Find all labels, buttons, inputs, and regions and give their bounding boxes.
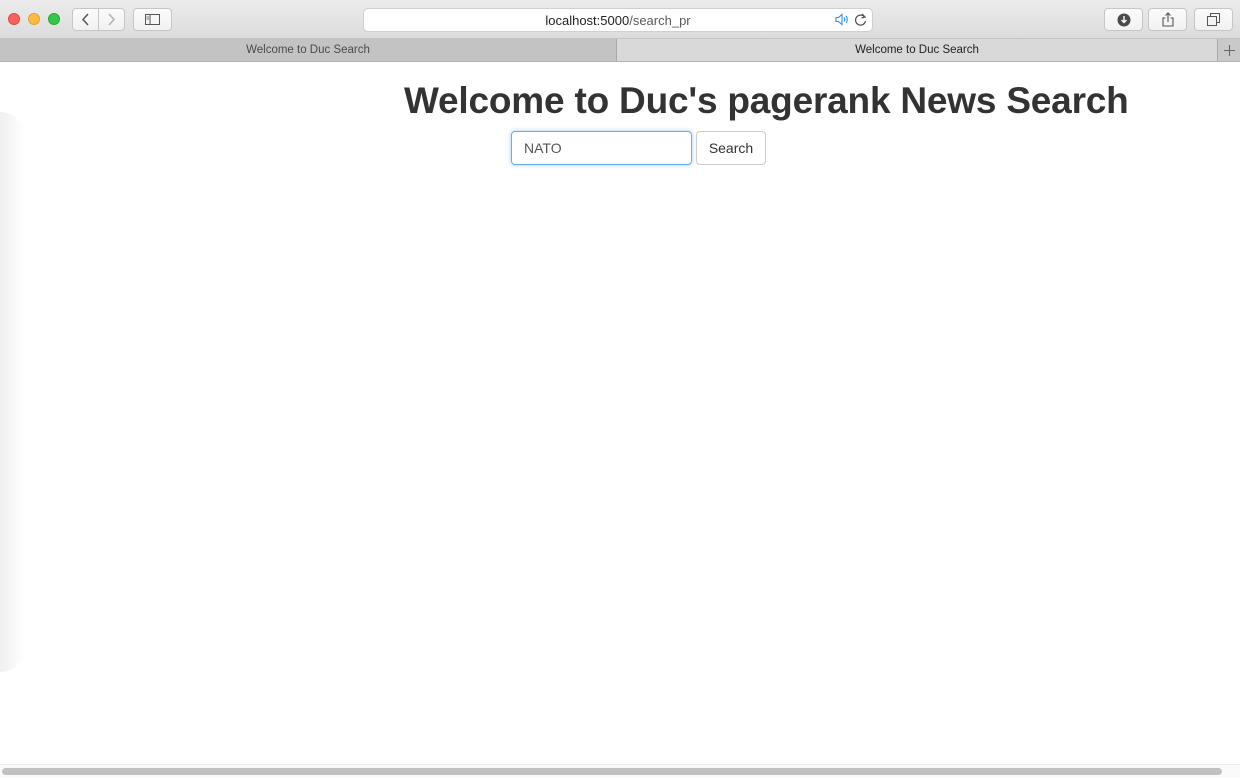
tab-welcome-1[interactable]: Welcome to Duc Search [0,39,617,61]
share-icon [1161,12,1174,27]
horizontal-scrollbar[interactable] [0,764,1240,778]
window-minimize-button[interactable] [28,13,40,25]
tab-label: Welcome to Duc Search [246,44,370,56]
new-tab-button[interactable] [1217,39,1240,61]
tabs-overview-icon [1207,13,1220,26]
download-icon [1117,13,1130,26]
speaker-icon[interactable] [835,13,850,26]
page-title: Welcome to Duc's pagerank News Search [404,80,1129,121]
web-page: Welcome to Duc's pagerank News Search Se… [0,62,1240,764]
url-host: localhost:5000 [545,13,630,28]
url-path: /search_pr [629,13,691,28]
downloads-button[interactable] [1104,8,1143,31]
address-bar[interactable]: localhost:5000/search_pr [363,8,873,32]
chevron-left-icon [81,13,89,26]
search-input[interactable] [511,131,692,165]
edge-shadow [0,112,26,672]
share-button[interactable] [1148,8,1187,31]
window-close-button[interactable] [8,13,20,25]
tab-label: Welcome to Duc Search [855,44,979,56]
tab-bar: Welcome to Duc Search Welcome to Duc Sea… [0,39,1240,62]
plus-icon [1223,44,1235,56]
sidebar-button[interactable] [133,8,172,31]
scrollbar-thumb[interactable] [2,768,1222,775]
reload-icon[interactable] [854,13,867,27]
back-button[interactable] [72,8,99,31]
window-zoom-button[interactable] [48,13,60,25]
forward-button[interactable] [98,8,125,31]
browser-toolbar: localhost:5000/search_pr [0,0,1240,39]
search-button[interactable]: Search [696,131,766,165]
url-text: localhost:5000/search_pr [364,13,872,28]
tab-welcome-2[interactable]: Welcome to Duc Search [617,39,1217,61]
chevron-right-icon [108,13,116,26]
show-all-tabs-button[interactable] [1194,8,1233,31]
sidebar-icon [145,14,160,25]
